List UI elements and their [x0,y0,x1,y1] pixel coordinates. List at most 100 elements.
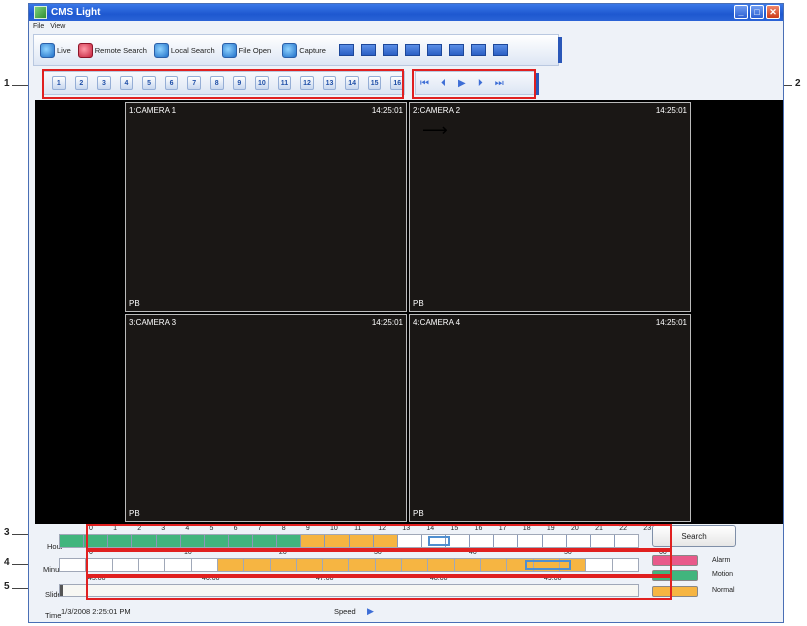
hour-cell[interactable] [204,535,229,547]
layout-4-icon[interactable] [360,44,376,56]
slide-track[interactable] [59,584,639,597]
legend-normal-swatch [652,586,698,597]
channel-button-6[interactable]: 6 [164,76,179,90]
channel-button-14[interactable]: 14 [345,76,359,90]
hour-cell[interactable] [518,535,543,547]
channel-button-3[interactable]: 3 [97,76,111,90]
hour-cell[interactable] [398,535,422,547]
live-button[interactable]: Live [40,42,71,58]
capture-label: Capture [299,45,326,55]
step-forward-icon[interactable]: ⏵ [478,78,483,89]
camera-tile-3[interactable]: 3:CAMERA 3 14:25:01 PB [125,314,407,522]
hour-cursor[interactable] [428,536,450,546]
minute-cell[interactable] [165,559,192,571]
hour-cell[interactable] [325,535,350,547]
layout-10-icon[interactable] [448,44,464,56]
hour-cell[interactable] [591,535,615,547]
skip-back-icon[interactable]: ⏮ [420,78,429,89]
speed-play-icon[interactable]: ▶ [367,606,374,617]
minute-cell[interactable] [86,559,113,571]
hour-cell[interactable] [494,535,519,547]
minute-cell[interactable] [323,559,350,571]
hour-cell[interactable] [349,535,374,547]
channel-button-9[interactable]: 9 [232,76,247,90]
minute-cell[interactable] [586,559,613,571]
minute-cell[interactable] [270,559,297,571]
search-button[interactable]: Search [652,525,736,547]
window-title: CMS Light [51,7,101,18]
hour-cell[interactable] [84,535,109,547]
minute-cell[interactable] [139,559,166,571]
file-open-button[interactable]: File Open [221,42,271,58]
hour-cell[interactable] [228,535,253,547]
hour-cell[interactable] [108,535,133,547]
channel-button-16[interactable]: 16 [390,76,404,90]
hour-cell[interactable] [567,535,591,547]
hour-cell[interactable] [132,535,157,547]
hour-track[interactable] [59,534,639,548]
hour-cell[interactable] [373,535,398,547]
channel-button-4[interactable]: 4 [119,76,134,90]
layout-13-icon[interactable] [470,44,486,56]
camera-time: 14:25:01 [371,106,403,115]
layout-6-icon[interactable] [382,44,398,56]
minute-cell[interactable] [428,559,455,571]
local-search-button[interactable]: Local Search [153,42,215,58]
slide-thumb[interactable] [60,585,63,596]
hour-tick-label: 7 [257,525,262,532]
minute-cell[interactable] [375,559,403,571]
minute-cell[interactable] [481,559,508,571]
main-toolbar: Live Remote Search Local Search File Ope… [33,34,562,66]
channel-button-10[interactable]: 10 [255,76,269,90]
minute-cell[interactable] [454,559,481,571]
hour-cell[interactable] [277,535,302,547]
minute-cell[interactable] [349,559,376,571]
channel-button-13[interactable]: 13 [322,76,337,90]
minute-cell[interactable] [217,559,245,571]
minimize-button[interactable]: _ [734,5,748,19]
channel-button-11[interactable]: 11 [277,76,292,90]
layout-1-icon[interactable] [338,44,354,56]
channel-button-7[interactable]: 7 [187,76,201,90]
hour-cell[interactable] [180,535,205,547]
hour-cell[interactable] [253,535,278,547]
channel-button-12[interactable]: 12 [300,76,314,90]
hour-cell[interactable] [156,535,181,547]
maximize-button[interactable]: □ [750,5,764,19]
capture-button[interactable]: Capture [282,42,326,58]
playback-tag: PB [413,299,424,308]
channel-button-15[interactable]: 15 [367,76,382,90]
minute-cell[interactable] [60,559,87,571]
skip-forward-icon[interactable]: ⏭ [495,78,504,89]
camera-tile-4[interactable]: 4:CAMERA 4 14:25:01 PB [409,314,691,522]
minute-cell[interactable] [613,559,638,571]
layout-9-icon[interactable] [426,44,442,56]
speed-label: Speed [334,607,356,616]
minute-cell[interactable] [113,559,139,571]
camera-tile-1[interactable]: 1:CAMERA 1 14:25:01 PB [125,102,407,312]
hour-cell[interactable] [301,535,326,547]
channel-button-8[interactable]: 8 [209,76,224,90]
menu-file[interactable]: File [33,23,44,30]
channel-button-2[interactable]: 2 [74,76,89,90]
channel-button-1[interactable]: 1 [52,76,66,90]
minute-cell[interactable] [296,559,324,571]
remote-search-button[interactable]: Remote Search [77,42,147,58]
close-button[interactable]: ✕ [766,5,780,19]
title-bar[interactable]: CMS Light _ □ ✕ [29,4,783,21]
layout-8-icon[interactable] [404,44,420,56]
play-icon[interactable]: ▶ [458,78,466,89]
minute-cell[interactable] [402,559,429,571]
camera-tile-2[interactable]: 2:CAMERA 2 14:25:01 ⟶ PB [409,102,691,312]
layout-16-icon[interactable] [492,44,508,56]
hour-cell[interactable] [60,535,85,547]
channel-button-5[interactable]: 5 [142,76,156,90]
menu-view[interactable]: View [50,23,65,30]
minute-cell[interactable] [244,559,271,571]
hour-cell[interactable] [543,535,567,547]
minute-cursor[interactable] [525,560,571,570]
step-back-icon[interactable]: ⏴ [441,78,446,89]
hour-cell[interactable] [470,535,495,547]
hour-cell[interactable] [615,535,638,547]
minute-cell[interactable] [192,559,218,571]
